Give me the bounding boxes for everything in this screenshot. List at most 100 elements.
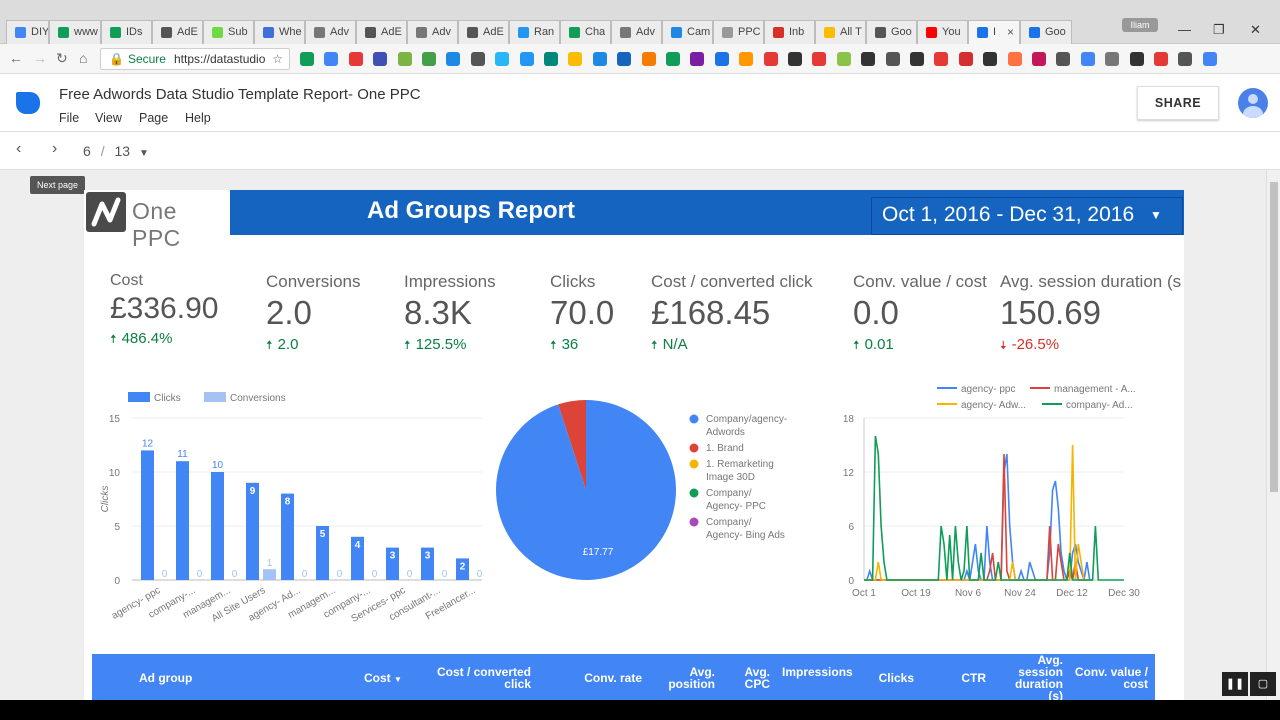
extension-icon[interactable]: [568, 52, 583, 66]
col-conv-rate[interactable]: Conv. rate: [568, 672, 642, 684]
vertical-scrollbar[interactable]: [1266, 170, 1280, 700]
col-impressions[interactable]: Impressions: [782, 666, 853, 678]
home-icon[interactable]: ⌂: [79, 50, 87, 66]
browser-tab[interactable]: AdE: [356, 20, 407, 44]
kpi-card[interactable]: Clicks 70.0 🠅 36: [550, 272, 614, 357]
extension-icon[interactable]: [666, 52, 680, 66]
menu-view[interactable]: View: [95, 111, 122, 125]
col-ad-group[interactable]: Ad group: [139, 672, 192, 684]
extension-icon[interactable]: [714, 52, 729, 66]
browser-tab[interactable]: AdE: [152, 20, 203, 44]
date-range-picker[interactable]: Oct 1, 2016 - Dec 31, 2016 ▼: [871, 197, 1183, 235]
col-avg-position[interactable]: Avg. position: [667, 666, 715, 690]
profile-badge[interactable]: Iliam: [1122, 18, 1158, 32]
browser-tab[interactable]: All T: [815, 20, 866, 44]
series-line[interactable]: [864, 435, 1124, 581]
extension-icon[interactable]: [641, 52, 656, 66]
extension-icon[interactable]: [690, 52, 705, 66]
browser-tab[interactable]: Adv: [305, 20, 356, 44]
kpi-card[interactable]: Cost / converted click £168.45 🠅 N/A: [651, 272, 813, 357]
browser-tab[interactable]: AdE: [458, 20, 509, 44]
browser-tab[interactable]: Cam: [662, 20, 713, 44]
browser-tab[interactable]: Goo: [866, 20, 917, 44]
browser-tab[interactable]: www: [49, 20, 101, 44]
extension-icon[interactable]: [861, 52, 876, 66]
bookmark-star-icon[interactable]: ☆: [272, 49, 283, 69]
forward-icon[interactable]: →: [33, 50, 47, 66]
extension-icon[interactable]: [1129, 52, 1144, 66]
col-avg-session[interactable]: Avg. session duration (s): [1004, 654, 1063, 700]
ad-group-pie-chart[interactable]: £17.77 Company/agency-Adwords 1. Brand 1. R…: [484, 390, 814, 590]
extension-icon[interactable]: [1202, 52, 1217, 66]
timeseries-line-chart[interactable]: agency- ppc management - A... agency- Adw.…: [814, 380, 1154, 610]
extension-icon[interactable]: [544, 52, 558, 66]
page-selector[interactable]: 6 / 13 ▼: [83, 143, 149, 159]
bar[interactable]: [263, 569, 276, 580]
bar[interactable]: [141, 450, 154, 580]
browser-tab[interactable]: You: [917, 20, 968, 44]
extension-icon[interactable]: [1080, 52, 1095, 66]
extension-icon[interactable]: [788, 52, 802, 66]
close-tab-icon[interactable]: ×: [1007, 25, 1014, 39]
kpi-card[interactable]: Conv. value / cost 0.0 🠅 0.01: [853, 272, 987, 357]
address-bar[interactable]: 🔒 Secure https://datastudio ☆: [100, 48, 290, 70]
col-avg-cpc[interactable]: Avg. CPC: [738, 666, 770, 690]
extension-icon[interactable]: [397, 52, 412, 66]
extension-icon[interactable]: [422, 52, 436, 66]
col-clicks[interactable]: Clicks: [862, 672, 914, 684]
extension-icon[interactable]: [763, 52, 778, 66]
browser-tab[interactable]: PPC: [713, 20, 764, 44]
extension-icon[interactable]: [1032, 52, 1046, 66]
bar[interactable]: [211, 472, 224, 580]
menu-help[interactable]: Help: [185, 111, 211, 125]
previous-page-icon[interactable]: ‹: [16, 140, 21, 158]
extension-icon[interactable]: [1178, 52, 1193, 66]
extension-icon[interactable]: [373, 52, 388, 66]
extension-icon[interactable]: [739, 52, 754, 66]
series-line[interactable]: [864, 453, 1093, 581]
browser-tab[interactable]: Adv: [407, 20, 458, 44]
col-conv-value-cost[interactable]: Conv. value / cost: [1072, 666, 1148, 690]
kpi-card[interactable]: Impressions 8.3K 🠅 125.5%: [404, 272, 496, 357]
extension-icon[interactable]: [446, 52, 461, 66]
menu-page[interactable]: Page: [139, 111, 168, 125]
extension-icon[interactable]: [958, 52, 973, 66]
extension-icon[interactable]: [836, 52, 851, 66]
fullscreen-icon[interactable]: ▢: [1250, 672, 1276, 696]
browser-tab[interactable]: I ×: [968, 20, 1020, 44]
extension-icon[interactable]: [812, 52, 827, 66]
extension-icon[interactable]: [519, 52, 534, 66]
close-window-icon[interactable]: ✕: [1250, 22, 1261, 38]
extension-icon[interactable]: [592, 52, 607, 66]
extension-icon[interactable]: [348, 52, 363, 66]
menu-file[interactable]: File: [59, 111, 79, 125]
kpi-card[interactable]: Cost £336.90 🠅 486.4%: [110, 272, 218, 351]
back-icon[interactable]: ←: [9, 50, 23, 66]
browser-tab[interactable]: Goo: [1020, 20, 1072, 44]
extension-icon[interactable]: [324, 52, 339, 66]
bar[interactable]: [176, 461, 189, 580]
browser-tab[interactable]: DIY: [6, 20, 49, 44]
browser-tab[interactable]: IDs: [101, 20, 152, 44]
browser-tab[interactable]: Inb: [764, 20, 815, 44]
extension-icon[interactable]: [495, 52, 510, 66]
kpi-card[interactable]: Conversions 2.0 🠅 2.0: [266, 272, 361, 357]
extension-icon[interactable]: [470, 52, 485, 66]
col-cost[interactable]: Cost ▼: [364, 672, 402, 686]
pause-icon[interactable]: ❚❚: [1222, 672, 1248, 696]
bar[interactable]: [246, 482, 259, 580]
col-ctr[interactable]: CTR: [942, 672, 986, 684]
browser-tab[interactable]: Whe: [254, 20, 305, 44]
browser-tab[interactable]: Cha: [560, 20, 611, 44]
extension-icon[interactable]: [1007, 52, 1022, 66]
avatar[interactable]: [1238, 88, 1268, 118]
extension-icon[interactable]: [1154, 52, 1168, 66]
extension-icon[interactable]: [300, 52, 314, 66]
extension-icon[interactable]: [934, 52, 949, 66]
next-page-icon[interactable]: ›: [52, 140, 57, 158]
col-cost-per-conv[interactable]: Cost / converted click: [427, 666, 531, 690]
kpi-card[interactable]: Avg. session duration (s 150.69 🠇 -26.5%: [1000, 272, 1181, 357]
extension-icon[interactable]: [1105, 52, 1120, 66]
reload-icon[interactable]: ↻: [56, 50, 68, 67]
extension-icon[interactable]: [1056, 52, 1071, 66]
